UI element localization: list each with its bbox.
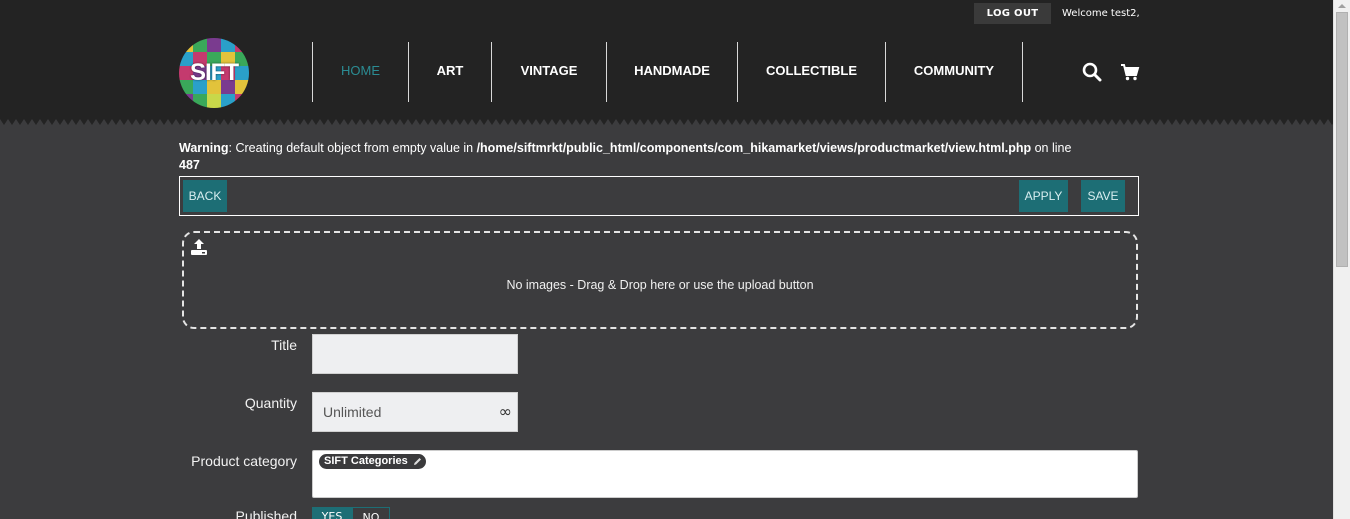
warning-on-line: on line [1031, 141, 1072, 155]
nav-art[interactable]: ART [409, 62, 491, 80]
nav-handmade[interactable]: HANDMADE [607, 62, 737, 80]
nav-vintage[interactable]: VINTAGE [492, 62, 606, 80]
warning-line: 487 [179, 158, 200, 172]
site-header: LOG OUT Welcome test2, SIFT HOME ART VIN… [0, 0, 1333, 125]
warning-path: /home/siftmrkt/public_html/components/co… [476, 141, 1032, 155]
page-scrollbar[interactable] [1333, 0, 1350, 519]
published-no-button[interactable]: NO [352, 507, 390, 519]
nav-collectible[interactable]: COLLECTIBLE [738, 62, 885, 80]
welcome-text: Welcome test2, [1062, 8, 1140, 19]
category-tag-label: SIFT Categories [324, 455, 408, 467]
logo-text: SIFT [190, 59, 239, 86]
title-label: Title [271, 337, 297, 353]
scroll-thumb[interactable] [1336, 12, 1348, 267]
category-tag[interactable]: SIFT Categories [319, 454, 426, 469]
cart-icon[interactable] [1120, 62, 1140, 82]
warning-message: : Creating default object from empty val… [228, 141, 477, 155]
nav-divider [1022, 42, 1023, 102]
upload-icon[interactable] [190, 238, 208, 256]
php-warning: Warning: Creating default object from em… [179, 140, 1139, 174]
nav-home[interactable]: HOME [313, 62, 408, 80]
quantity-input[interactable]: Unlimited ∞ [312, 392, 518, 432]
sift-logo[interactable]: SIFT [179, 38, 249, 108]
search-icon[interactable] [1082, 62, 1102, 82]
product-category-label: Product category [191, 453, 297, 469]
quantity-label: Quantity [244, 395, 297, 411]
warning-label: Warning [179, 141, 229, 155]
logout-button[interactable]: LOG OUT [974, 3, 1051, 24]
published-yes-button[interactable]: YES [312, 507, 352, 519]
dropzone-text: No images - Drag & Drop here or use the … [506, 278, 814, 292]
edit-toolbar: BACK APPLY SAVE [179, 176, 1139, 216]
image-dropzone[interactable]: No images - Drag & Drop here or use the … [182, 231, 1138, 329]
quantity-value: Unlimited [323, 404, 382, 420]
product-category-field[interactable]: SIFT Categories [312, 450, 1138, 498]
pencil-icon[interactable] [412, 456, 423, 467]
nav-community[interactable]: COMMUNITY [886, 62, 1022, 80]
scroll-up-arrow[interactable] [1338, 4, 1346, 8]
apply-button[interactable]: APPLY [1019, 180, 1068, 212]
header-zigzag-edge [0, 119, 1333, 128]
published-label: Published [235, 508, 298, 519]
save-button[interactable]: SAVE [1081, 180, 1125, 212]
back-button[interactable]: BACK [183, 180, 227, 212]
title-input[interactable] [312, 334, 518, 374]
page: LOG OUT Welcome test2, SIFT HOME ART VIN… [0, 0, 1350, 519]
infinity-icon[interactable]: ∞ [499, 402, 512, 421]
